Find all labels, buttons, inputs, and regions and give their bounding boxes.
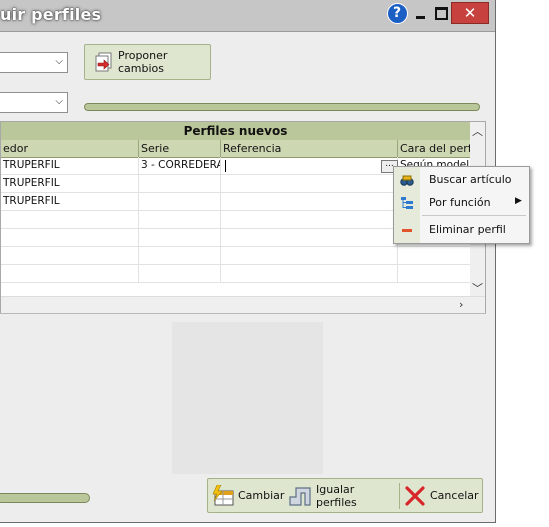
- status-progress-bar: [0, 493, 90, 503]
- cancelar-label: Cancelar: [430, 489, 479, 502]
- empty-row: [1, 265, 470, 283]
- menu-separator: [422, 215, 526, 216]
- cell-referencia[interactable]: [221, 193, 398, 211]
- cell-supplier[interactable]: TRUPERFIL: [1, 157, 139, 175]
- cell-referencia[interactable]: [221, 157, 398, 175]
- menu-item-label: Por función: [429, 196, 491, 209]
- empty-cell: [1, 247, 139, 265]
- cell-referencia[interactable]: [221, 175, 398, 193]
- window-title: uir perfiles: [0, 5, 102, 24]
- scroll-up-icon[interactable]: ︿: [472, 123, 483, 139]
- cell-serie[interactable]: 3 - CORREDERA: [139, 157, 221, 175]
- text-caret: [225, 160, 226, 172]
- grid-group-header: Perfiles nuevos: [1, 122, 470, 141]
- menu-item-buscar-articulo[interactable]: Buscar artículo: [394, 169, 529, 191]
- empty-cell: [221, 211, 398, 229]
- cell-supplier[interactable]: TRUPERFIL: [1, 193, 139, 211]
- minus-icon: [400, 223, 414, 237]
- close-button[interactable]: ✕: [451, 2, 489, 24]
- submenu-arrow-icon: ▶: [515, 196, 522, 206]
- cambiar-button[interactable]: Cambiar: [211, 479, 285, 512]
- column-header-supplier[interactable]: edor: [1, 140, 139, 157]
- profile-preview: [172, 322, 323, 474]
- empty-cell: [221, 229, 398, 247]
- column-header-referencia[interactable]: Referencia: [221, 140, 398, 157]
- cancel-x-icon: [404, 485, 426, 507]
- progress-bar: [84, 103, 480, 111]
- series-select[interactable]: ⌵: [0, 92, 68, 113]
- scroll-down-icon[interactable]: ﹀: [472, 280, 483, 296]
- cambiar-label: Cambiar: [238, 489, 285, 502]
- empty-row: [1, 247, 470, 265]
- horizontal-scrollbar[interactable]: ›: [1, 296, 485, 313]
- table-lightning-icon: [211, 484, 235, 507]
- binoculars-icon: [400, 173, 414, 187]
- grid-column-headers: edor Serie Referencia Cara del perfil: [1, 140, 470, 158]
- cell-supplier[interactable]: TRUPERFIL: [1, 175, 139, 193]
- menu-item-por-funcion[interactable]: Por función ▶: [394, 192, 529, 214]
- chevron-down-icon: ⌵: [55, 96, 63, 107]
- action-button-group: Cambiar Igualar perfiles Cancelar: [207, 478, 483, 513]
- help-icon: ?: [386, 2, 408, 24]
- minimize-icon: [415, 15, 425, 19]
- propose-changes-label: Proponer cambios: [118, 49, 168, 75]
- help-button[interactable]: ?: [385, 2, 409, 24]
- empty-cell: [139, 211, 221, 229]
- empty-cell: [221, 247, 398, 265]
- tree-icon: [400, 196, 414, 210]
- empty-cell: [139, 229, 221, 247]
- igualar-perfiles-button[interactable]: Igualar perfiles: [288, 479, 398, 512]
- empty-cell: [139, 247, 221, 265]
- supplier-select[interactable]: ⌵: [0, 52, 68, 73]
- dialog-window: uir perfiles ? ✕ ⌵ ⌵ Proponer cambios Pe…: [0, 0, 496, 523]
- minimize-button[interactable]: [410, 2, 430, 24]
- cell-serie[interactable]: [139, 193, 221, 211]
- context-menu: Buscar artículo Por función ▶ Eliminar p…: [393, 166, 530, 244]
- menu-item-label: Buscar artículo: [429, 173, 512, 186]
- empty-cell: [139, 265, 221, 283]
- empty-cell: [221, 265, 398, 283]
- maximize-button[interactable]: [431, 2, 451, 24]
- menu-item-eliminar-perfil[interactable]: Eliminar perfil: [394, 219, 529, 241]
- empty-cell: [1, 265, 139, 283]
- title-bar[interactable]: uir perfiles ? ✕: [0, 0, 495, 32]
- scroll-right-icon[interactable]: ›: [459, 298, 463, 311]
- empty-cell: [1, 211, 139, 229]
- menu-item-label: Eliminar perfil: [429, 223, 506, 236]
- cancelar-button[interactable]: Cancelar: [404, 479, 482, 512]
- button-separator: [399, 483, 400, 509]
- empty-cell: [1, 229, 139, 247]
- document-arrow-icon: [95, 52, 113, 72]
- profile-shape-icon: [288, 485, 312, 507]
- chevron-down-icon: ⌵: [55, 56, 63, 67]
- column-header-serie[interactable]: Serie: [139, 140, 221, 157]
- igualar-perfiles-label: Igualar perfiles: [316, 482, 357, 509]
- maximize-icon: [434, 6, 448, 20]
- propose-changes-button[interactable]: Proponer cambios: [84, 44, 211, 80]
- column-header-cara[interactable]: Cara del perfil: [398, 140, 470, 157]
- cell-serie[interactable]: [139, 175, 221, 193]
